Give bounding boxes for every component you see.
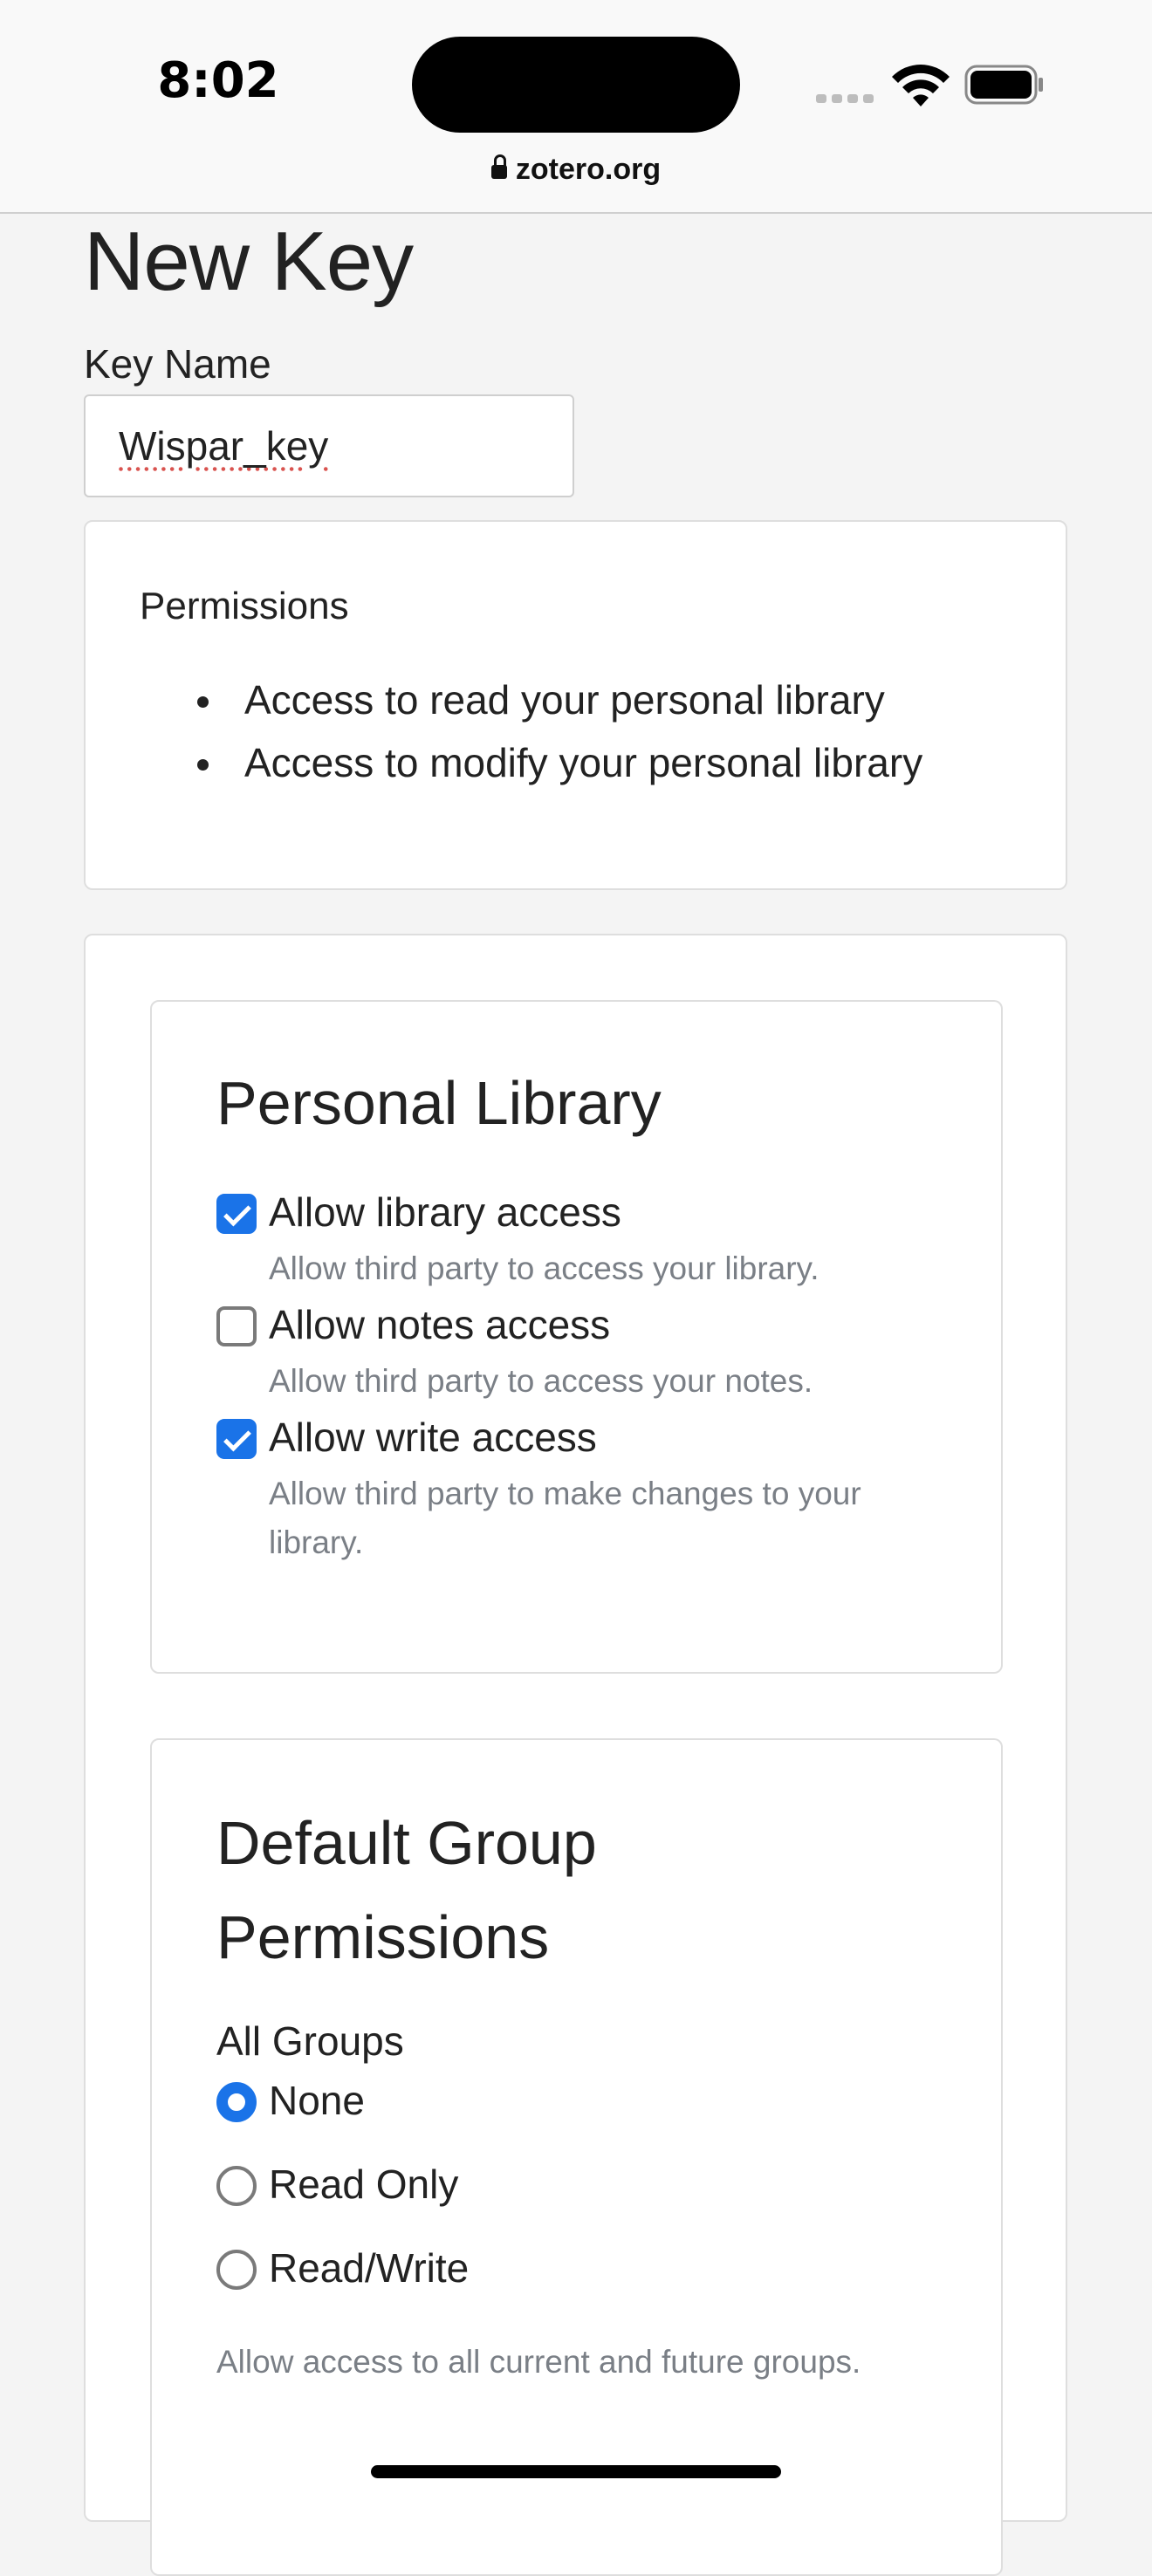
url-text: zotero.org — [515, 153, 662, 186]
library-access-help: Allow third party to access your library… — [269, 1250, 819, 1286]
default-group-permissions-card: Default Group Permissions All Groups Non… — [150, 1738, 1003, 2576]
key-settings-card: Personal Library Allow library access Al… — [84, 934, 1067, 2576]
battery-icon — [964, 65, 1043, 105]
none-label[interactable]: None — [269, 2077, 365, 2124]
personal-library-card: Personal Library Allow library access Al… — [150, 1000, 1003, 1674]
permissions-summary-card: Permissions Access to read your personal… — [84, 520, 1067, 890]
list-item: Access to read your personal library — [140, 668, 922, 731]
key-name-value: Wispar_key — [119, 423, 329, 469]
read-only-radio[interactable] — [216, 2166, 257, 2206]
list-item: Access to modify your personal library — [140, 731, 922, 794]
personal-library-title: Personal Library — [216, 1069, 662, 1137]
default-group-title-line1: Default Group — [216, 1809, 597, 1877]
write-access-help: Allow third party to make changes to you… — [269, 1476, 861, 1560]
write-access-checkbox[interactable] — [216, 1419, 257, 1459]
default-group-help: Allow access to all current and future g… — [216, 2344, 861, 2380]
wifi-icon — [892, 65, 950, 106]
address-bar[interactable]: zotero.org — [0, 153, 1152, 187]
permissions-list: Access to read your personal library Acc… — [140, 668, 922, 794]
read-write-label[interactable]: Read/Write — [269, 2244, 469, 2292]
home-indicator — [371, 2465, 781, 2478]
read-write-radio[interactable] — [216, 2250, 257, 2290]
key-name-input[interactable]: Wispar_key — [84, 394, 574, 497]
key-name-label: Key Name — [84, 341, 271, 387]
notes-access-checkbox[interactable] — [216, 1306, 257, 1346]
all-groups-label: All Groups — [216, 2018, 404, 2064]
library-access-label[interactable]: Allow library access — [269, 1189, 621, 1236]
none-radio[interactable] — [216, 2082, 257, 2122]
default-group-title-line2: Permissions — [216, 1903, 550, 1971]
page-title: New Key — [84, 215, 414, 308]
library-access-checkbox[interactable] — [216, 1194, 257, 1234]
cellular-signal-icon — [816, 92, 879, 107]
status-time: 8:02 — [157, 52, 279, 109]
notes-access-label[interactable]: Allow notes access — [269, 1301, 610, 1348]
lock-icon — [490, 154, 507, 179]
read-only-label[interactable]: Read Only — [269, 2161, 458, 2208]
permissions-title: Permissions — [140, 585, 349, 627]
notes-access-help: Allow third party to access your notes. — [269, 1363, 813, 1399]
dynamic-island — [412, 37, 740, 133]
write-access-label[interactable]: Allow write access — [269, 1414, 597, 1461]
status-bar: 8:02 zotero.org — [0, 0, 1152, 214]
